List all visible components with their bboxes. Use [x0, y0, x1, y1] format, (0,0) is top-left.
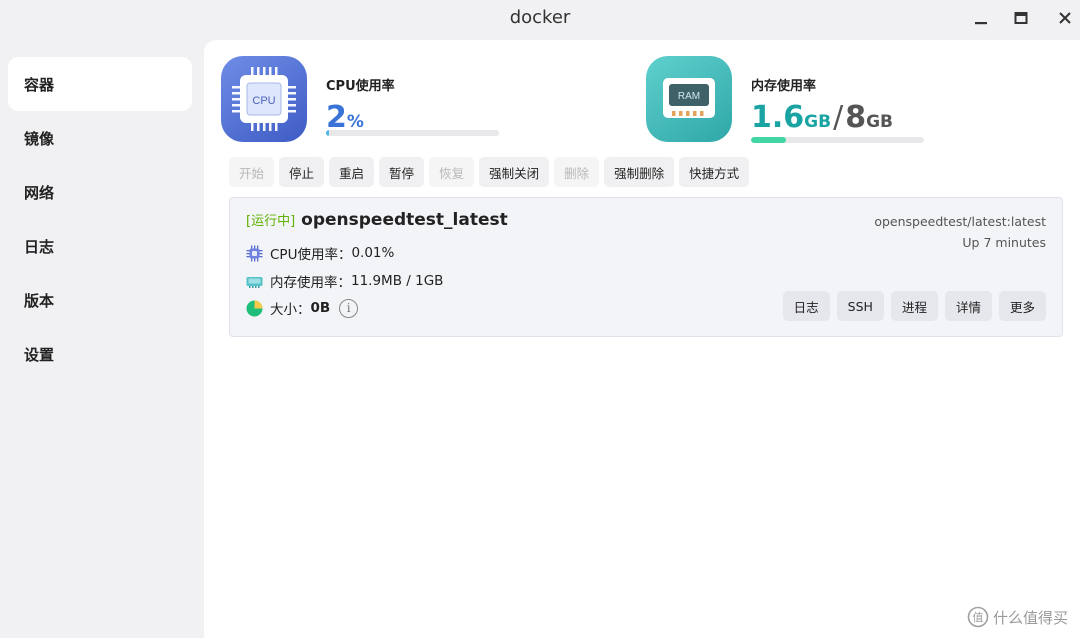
pie-chart-icon: [246, 300, 263, 317]
container-memory-value: 11.9MB / 1GB: [351, 273, 444, 289]
container-toolbar: 开始 停止 重启 暂停 恢复 强制关闭 删除 强制删除 快捷方式: [229, 157, 750, 187]
memory-small-icon: [246, 273, 263, 290]
ram-total-value: 8: [845, 100, 867, 135]
sidebar-item-label: 容器: [24, 75, 55, 94]
sidebar-item-settings[interactable]: 设置: [8, 327, 192, 381]
sidebar-item-label: 网络: [24, 183, 55, 202]
logs-button[interactable]: 日志: [782, 291, 830, 321]
sidebar-item-images[interactable]: 镜像: [8, 111, 192, 165]
pause-button[interactable]: 暂停: [379, 157, 425, 187]
sidebar-item-containers[interactable]: 容器: [8, 57, 192, 111]
container-cpu-row: CPU使用率： 0.01%: [246, 243, 394, 263]
sidebar-item-label: 日志: [24, 237, 55, 256]
info-circle-icon[interactable]: i: [339, 298, 359, 318]
sidebar-item-network[interactable]: 网络: [8, 165, 192, 219]
status-badge: [运行中]: [246, 214, 296, 229]
shortcut-button[interactable]: 快捷方式: [679, 157, 750, 187]
watermark: 值 什么值得买: [967, 606, 1068, 628]
main-panel: CPU CPU使用率 2% RAM 内存使用率 1.6GB/8GB 开始 停止 …: [204, 40, 1080, 638]
sidebar-item-label: 镜像: [24, 129, 55, 148]
sidebar: 容器 镜像 网络 日志 版本 设置: [0, 40, 204, 638]
container-card[interactable]: [运行中] openspeedtest_latest CPU使用率： 0.01%…: [229, 197, 1063, 337]
cpu-usage-bar: [326, 130, 499, 136]
ssh-button[interactable]: SSH: [836, 291, 884, 321]
ram-usage-bar-fill: [751, 137, 786, 143]
maximize-icon: [1014, 12, 1028, 24]
ram-usage-value: 1.6GB/8GB: [751, 100, 893, 135]
sidebar-item-version[interactable]: 版本: [8, 273, 192, 327]
zhi-logo-icon: 值: [967, 606, 989, 628]
force-delete-button[interactable]: 强制删除: [604, 157, 675, 187]
details-button[interactable]: 详情: [944, 291, 992, 321]
ram-used-unit: GB: [804, 112, 832, 132]
minimize-button[interactable]: [968, 6, 994, 30]
more-button[interactable]: 更多: [998, 291, 1046, 321]
processes-button[interactable]: 进程: [890, 291, 938, 321]
stop-button[interactable]: 停止: [279, 157, 325, 187]
title-bar: docker: [0, 0, 1080, 38]
container-size-label: 大小：: [270, 302, 311, 318]
container-actions: 日志 SSH 进程 详情 更多: [782, 291, 1046, 321]
container-uptime: Up 7 minutes: [962, 235, 1046, 250]
sidebar-item-label: 设置: [24, 345, 55, 364]
minimize-icon: [975, 22, 987, 25]
start-button[interactable]: 开始: [229, 157, 275, 187]
close-button[interactable]: [1052, 6, 1078, 30]
ram-usage-label: 内存使用率: [751, 79, 817, 94]
cpu-chip-icon: CPU: [221, 56, 307, 142]
container-size-row: 大小： 0B i: [246, 298, 359, 318]
container-image: openspeedtest/latest:latest: [874, 214, 1046, 229]
window-title: docker: [509, 7, 571, 28]
ram-usage-bar: [751, 137, 924, 143]
delete-button[interactable]: 删除: [554, 157, 600, 187]
close-icon: [1059, 12, 1071, 24]
resume-button[interactable]: 恢复: [429, 157, 475, 187]
watermark-logo-text: 值: [972, 611, 983, 624]
container-name: openspeedtest_latest: [301, 210, 508, 230]
watermark-text: 什么值得买: [992, 608, 1068, 627]
container-cpu-label: CPU使用率：: [270, 247, 352, 263]
ram-total-unit: GB: [866, 112, 893, 132]
container-size-value: 0B: [310, 300, 331, 316]
ram-stat: RAM 内存使用率 1.6GB/8GB: [646, 56, 966, 146]
container-memory-label: 内存使用率：: [270, 275, 351, 291]
restart-button[interactable]: 重启: [329, 157, 375, 187]
cpu-icon-text: CPU: [252, 95, 275, 107]
cpu-usage-label: CPU使用率: [326, 79, 395, 94]
container-header: [运行中] openspeedtest_latest: [246, 210, 508, 230]
force-stop-button[interactable]: 强制关闭: [479, 157, 550, 187]
cpu-value-unit: %: [346, 112, 364, 132]
sidebar-item-logs[interactable]: 日志: [8, 219, 192, 273]
cpu-usage-bar-fill: [326, 130, 330, 136]
ram-module-icon: RAM: [646, 56, 732, 142]
maximize-button[interactable]: [1008, 6, 1034, 30]
cpu-small-icon: [246, 245, 263, 262]
ram-icon-text: RAM: [678, 91, 700, 102]
cpu-stat: CPU CPU使用率 2%: [221, 56, 521, 146]
ram-separator: /: [833, 100, 844, 135]
sidebar-item-label: 版本: [24, 291, 55, 310]
container-cpu-value: 0.01%: [351, 245, 395, 261]
ram-used-value: 1.6: [751, 100, 805, 135]
container-memory-row: 内存使用率： 11.9MB / 1GB: [246, 271, 443, 291]
